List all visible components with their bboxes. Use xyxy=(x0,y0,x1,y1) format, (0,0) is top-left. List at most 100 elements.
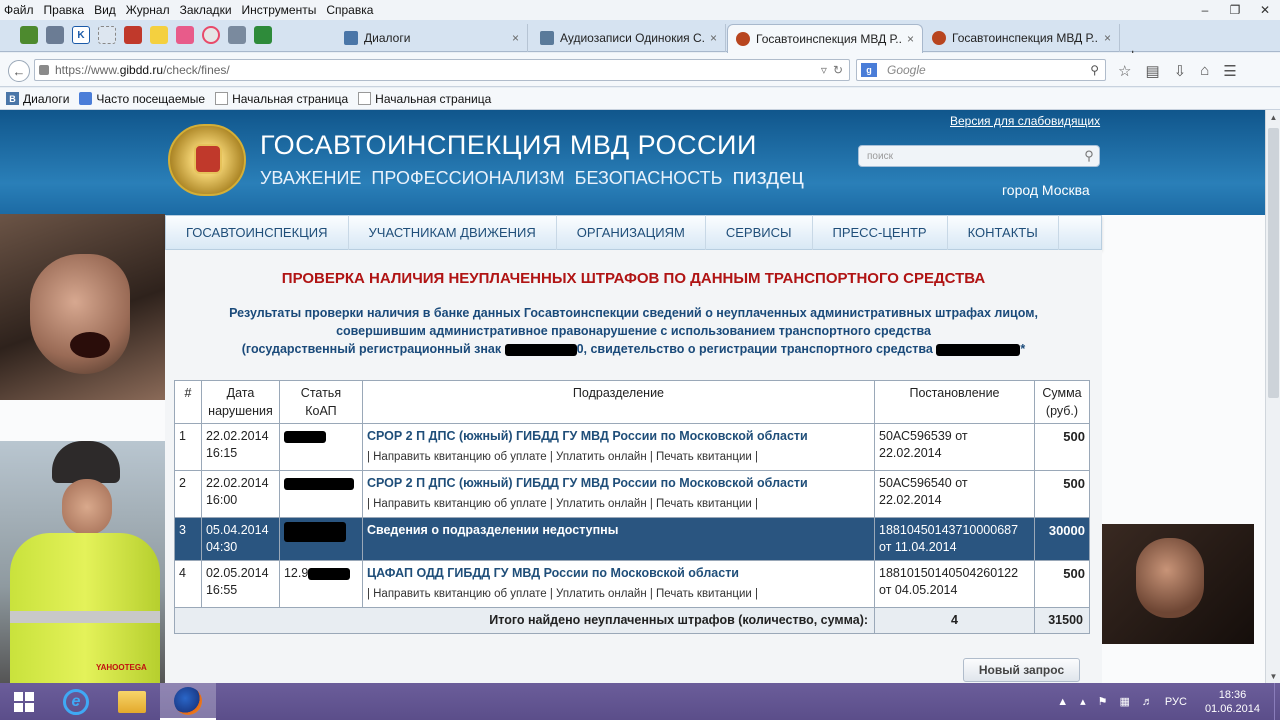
accessibility-link[interactable]: Версия для слабовидящих xyxy=(950,114,1100,128)
globe-icon xyxy=(79,92,93,105)
menu-edit[interactable]: Правка xyxy=(39,0,90,20)
unit-name[interactable]: СРОР 2 П ДПС (южный) ГИБДД ГУ МВД России… xyxy=(367,428,870,445)
pinned-tab-leaf-icon[interactable] xyxy=(254,26,272,44)
cell-decree: 50АС596540 от 22.02.2014 xyxy=(874,470,1035,518)
tab-label: Госавтоинспекция МВД Р... xyxy=(756,32,901,46)
search-icon[interactable]: ⚲ xyxy=(1079,147,1099,165)
unit-name[interactable]: ЦАФАП ОДД ГИБДД ГУ МВД России по Московс… xyxy=(367,565,870,582)
menu-file[interactable]: Файл xyxy=(0,0,39,20)
new-request-button[interactable]: Новый запрос xyxy=(963,658,1080,682)
google-engine-icon[interactable]: g xyxy=(861,63,877,77)
tab-close-icon[interactable]: × xyxy=(907,32,914,46)
pinned-tab-ring-icon[interactable] xyxy=(202,26,220,44)
motto-extra: пиздец xyxy=(732,164,804,189)
close-window-button[interactable]: ✕ xyxy=(1250,0,1280,20)
site-title: ГОСАВТОИНСПЕКЦИЯ МВД РОССИИ xyxy=(260,130,757,160)
scroll-up-icon[interactable]: ▲ xyxy=(1266,110,1280,124)
scrollbar-thumb[interactable] xyxy=(1268,128,1279,398)
intro-text: (государственный регистрационный знак xyxy=(241,342,502,356)
menu-view[interactable]: Вид xyxy=(89,0,121,20)
pinned-tab-blank-icon[interactable] xyxy=(98,26,116,44)
page-scrollbar[interactable]: ▲ ▼ xyxy=(1265,110,1280,683)
dropdown-arrow-icon[interactable]: ▿ xyxy=(821,63,827,77)
clock-date: 01.06.2014 xyxy=(1204,702,1260,715)
bookmark-start-page-2[interactable]: Начальная страница xyxy=(358,92,491,106)
bookmark-start-page-1[interactable]: Начальная страница xyxy=(215,92,348,106)
download-icon[interactable]: ⇩ xyxy=(1174,62,1187,80)
nav-contacts[interactable]: КОНТАКТЫ xyxy=(948,215,1059,250)
pinned-tab-car-icon[interactable] xyxy=(124,26,142,44)
tab-close-icon[interactable]: × xyxy=(710,31,717,45)
nav-services[interactable]: СЕРВИСЫ xyxy=(706,215,813,250)
cell-sum: 30000 xyxy=(1033,517,1091,561)
nav-traffic-participants[interactable]: УЧАСТНИКАМ ДВИЖЕНИЯ xyxy=(349,215,557,250)
bookmark-most-visited[interactable]: Часто посещаемые xyxy=(79,92,205,106)
cell-decree: 18810150140504260122 от 04.05.2014 xyxy=(874,560,1035,608)
cell-num: 1 xyxy=(174,423,202,471)
antivirus-icon[interactable]: ▲ xyxy=(1057,696,1068,708)
tab-close-icon[interactable]: × xyxy=(1104,31,1111,45)
cell-article xyxy=(278,423,363,471)
show-desktop-button[interactable] xyxy=(1274,683,1280,720)
tab-gibdd-active[interactable]: Госавтоинспекция МВД Р... × xyxy=(727,24,923,53)
payment-links[interactable]: | Направить квитанцию об уплате | Уплати… xyxy=(367,496,870,513)
search-icon[interactable]: ⚲ xyxy=(1090,63,1105,77)
menu-help[interactable]: Справка xyxy=(321,0,378,20)
nav-gibdd[interactable]: ГОСАВТОИНСПЕКЦИЯ xyxy=(166,215,349,250)
pinned-tab-icon[interactable] xyxy=(20,26,38,44)
taskbar-ie[interactable]: e xyxy=(48,683,104,720)
nav-organizations[interactable]: ОРГАНИЗАЦИЯМ xyxy=(557,215,706,250)
star-icon[interactable]: ☆ xyxy=(1118,62,1131,80)
pinned-tab-mail-icon[interactable] xyxy=(46,26,64,44)
clock[interactable]: 18:36 01.06.2014 xyxy=(1205,688,1260,716)
url-host: gibdd.ru xyxy=(119,63,164,77)
taskbar-explorer[interactable] xyxy=(104,683,160,720)
tab-close-icon[interactable]: × xyxy=(512,31,519,45)
cell-date: 22.02.2014 16:15 xyxy=(200,423,280,471)
cell-num: 2 xyxy=(174,470,202,518)
reading-list-icon[interactable]: ▤ xyxy=(1145,62,1159,80)
cell-unit: СРОР 2 П ДПС (южный) ГИБДД ГУ МВД России… xyxy=(361,470,876,518)
city-label[interactable]: город Москва xyxy=(1002,182,1090,198)
bookmark-dialogs[interactable]: В Диалоги xyxy=(6,92,69,106)
cell-sum: 500 xyxy=(1033,423,1091,471)
minimize-button[interactable]: – xyxy=(1190,0,1220,20)
nav-press-center[interactable]: ПРЕСС-ЦЕНТР xyxy=(813,215,948,250)
motto-word: БЕЗОПАСНОСТЬ xyxy=(574,168,723,188)
tab-audio[interactable]: Аудиозаписи Одинокия С... × xyxy=(532,24,726,52)
language-indicator[interactable]: РУС xyxy=(1165,696,1187,708)
cell-date: 05.04.2014 04:30 xyxy=(200,517,280,561)
table-header-row: # Дата нарушения Статья КоАП Подразделен… xyxy=(174,380,1091,424)
menu-bookmarks[interactable]: Закладки xyxy=(175,0,237,20)
flag-icon[interactable]: ⚑ xyxy=(1098,695,1108,708)
scroll-down-icon[interactable]: ▼ xyxy=(1266,669,1280,683)
pinned-tab-note-icon[interactable] xyxy=(150,26,168,44)
site-search-input[interactable]: поиск ⚲ xyxy=(858,145,1100,167)
pinned-tab-k-icon[interactable]: K xyxy=(72,26,90,44)
menu-history[interactable]: Журнал xyxy=(121,0,175,20)
reload-icon[interactable]: ↻ xyxy=(833,63,843,77)
search-bar[interactable]: g Google ⚲ xyxy=(856,59,1106,81)
restore-button[interactable]: ❐ xyxy=(1220,0,1250,20)
home-icon[interactable]: ⌂ xyxy=(1200,62,1209,80)
tab-dialogs[interactable]: Диалоги × xyxy=(336,24,528,52)
url-bar[interactable]: https://www. gibdd.ru/check/fines/ ▿ ↻ xyxy=(34,59,850,81)
tab-gibdd[interactable]: Госавтоинспекция МВД Р... × xyxy=(924,24,1120,52)
back-button[interactable]: ← xyxy=(8,60,30,82)
table-total-row: Итого найдено неуплаченных штрафов (коли… xyxy=(173,607,1091,634)
network-icon[interactable]: ▦ xyxy=(1120,695,1130,708)
payment-links[interactable]: | Направить квитанцию об уплате | Уплати… xyxy=(367,586,870,603)
site-search-placeholder: поиск xyxy=(867,150,893,162)
pinned-tab-flower-icon[interactable] xyxy=(176,26,194,44)
header-article: Статья КоАП xyxy=(278,380,363,424)
tray-expand-icon[interactable]: ▴ xyxy=(1080,695,1086,708)
unit-name[interactable]: СРОР 2 П ДПС (южный) ГИБДД ГУ МВД России… xyxy=(367,475,870,492)
start-button[interactable] xyxy=(0,683,48,720)
pinned-tab-mail2-icon[interactable] xyxy=(228,26,246,44)
menu-icon[interactable]: ☰ xyxy=(1223,62,1236,80)
volume-icon[interactable]: ♬ xyxy=(1142,696,1153,708)
firefox-icon xyxy=(174,686,202,715)
taskbar-firefox[interactable] xyxy=(160,683,216,720)
payment-links[interactable]: | Направить квитанцию об уплате | Уплати… xyxy=(367,449,870,466)
menu-tools[interactable]: Инструменты xyxy=(237,0,322,20)
